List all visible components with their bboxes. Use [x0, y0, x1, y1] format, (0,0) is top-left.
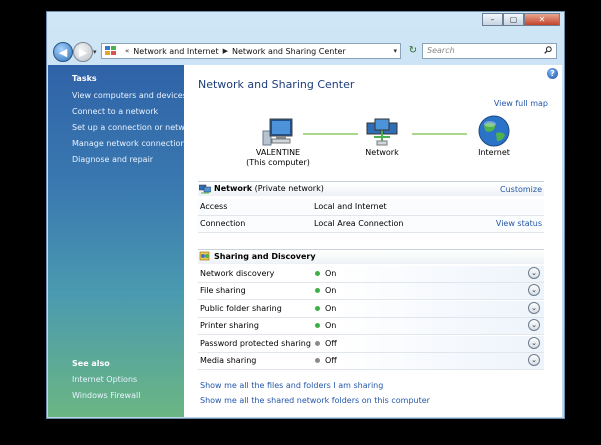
link-show-shared-folders[interactable]: Show me all the shared network folders o…: [200, 396, 430, 405]
page-title: Network and Sharing Center: [198, 78, 355, 91]
breadcrumb-network-sharing-center[interactable]: Network and Sharing Center: [232, 47, 346, 56]
row-state: On: [325, 269, 337, 278]
view-full-map-link[interactable]: View full map: [494, 99, 548, 108]
sharing-row-password-protected: Password protected sharing Off ⌄: [198, 336, 544, 353]
link-computer-network: [303, 133, 358, 135]
control-panel-icon: [105, 46, 116, 55]
status-on-icon: [315, 271, 320, 276]
row-label: Printer sharing: [200, 321, 259, 330]
row-value: Local and Internet: [314, 202, 387, 211]
row-state: Off: [325, 356, 337, 365]
search-input[interactable]: Search: [422, 43, 557, 59]
internet-globe-icon[interactable]: [478, 115, 510, 147]
breadcrumb-network-and-internet[interactable]: Network and Internet: [133, 47, 218, 56]
link-windows-firewall[interactable]: Windows Firewall: [72, 391, 140, 400]
row-label: Network discovery: [200, 269, 275, 278]
row-label: Media sharing: [200, 356, 257, 365]
computer-icon[interactable]: [261, 117, 295, 147]
breadcrumb-prefix: «: [125, 47, 130, 55]
address-dropdown-icon[interactable]: ▾: [393, 47, 397, 55]
expand-chevron-icon[interactable]: ⌄: [528, 319, 540, 331]
window-controls: – ▢ ✕: [482, 13, 560, 26]
network-small-icon: [199, 184, 211, 194]
computer-subtitle: (This computer): [246, 158, 310, 167]
network-section-header: Network (Private network) Customize: [198, 181, 544, 196]
expand-chevron-icon[interactable]: ⌄: [528, 267, 540, 279]
tasks-heading: Tasks: [72, 74, 97, 83]
history-dropdown-icon[interactable]: ▾: [93, 48, 97, 56]
search-icon[interactable]: [544, 46, 552, 54]
status-off-icon: [315, 341, 320, 346]
refresh-button[interactable]: ↻: [405, 43, 421, 59]
close-button[interactable]: ✕: [524, 13, 560, 26]
status-on-icon: [315, 288, 320, 293]
breadcrumb-separator-icon: ▶: [222, 47, 228, 55]
task-connect-to-network[interactable]: Connect to a network: [72, 107, 158, 116]
row-state: Off: [325, 339, 337, 348]
link-show-shared-files[interactable]: Show me all the files and folders I am s…: [200, 381, 383, 390]
main-content: ? Network and Sharing Center View full m…: [184, 65, 562, 417]
network-type: (Private network): [254, 184, 324, 193]
forward-button[interactable]: ▶: [73, 42, 93, 62]
sharing-row-printer: Printer sharing On ⌄: [198, 318, 544, 335]
sharing-title: Sharing and Discovery: [214, 252, 316, 261]
explorer-window: – ▢ ✕ ◀ ▶ ▾ « Network and Internet ▶ Net…: [46, 11, 565, 419]
row-label: Connection: [200, 219, 246, 228]
expand-chevron-icon[interactable]: ⌄: [528, 302, 540, 314]
address-bar[interactable]: « Network and Internet ▶ Network and Sha…: [101, 43, 401, 59]
row-state: On: [325, 321, 337, 330]
row-label: Access: [200, 202, 228, 211]
maximize-button[interactable]: ▢: [503, 13, 524, 26]
expand-chevron-icon[interactable]: ⌄: [528, 284, 540, 296]
network-row-connection: Connection Local Area Connection View st…: [198, 216, 544, 233]
internet-label: Internet: [478, 148, 510, 157]
status-on-icon: [315, 306, 320, 311]
minimize-button[interactable]: –: [482, 13, 503, 26]
task-view-computers[interactable]: View computers and devices: [72, 91, 187, 100]
task-setup-connection[interactable]: Set up a connection or network: [72, 123, 198, 132]
status-on-icon: [315, 323, 320, 328]
computer-name: VALENTINE: [255, 148, 301, 157]
search-placeholder: Search: [427, 46, 455, 55]
task-pane: Tasks View computers and devices Connect…: [48, 65, 198, 417]
customize-link[interactable]: Customize: [500, 185, 542, 194]
expand-chevron-icon[interactable]: ⌄: [528, 354, 540, 366]
row-label: Password protected sharing: [200, 339, 311, 348]
sharing-row-file-sharing: File sharing On ⌄: [198, 283, 544, 300]
status-off-icon: [315, 358, 320, 363]
link-network-internet: [412, 133, 467, 135]
sharing-section-header: Sharing and Discovery: [198, 249, 544, 264]
row-value: Local Area Connection: [314, 219, 404, 228]
row-state: On: [325, 286, 337, 295]
network-row-access: Access Local and Internet: [198, 199, 544, 216]
row-label: Public folder sharing: [200, 304, 282, 313]
task-manage-connections[interactable]: Manage network connections: [72, 139, 190, 148]
sharing-row-media: Media sharing Off ⌄: [198, 353, 544, 370]
row-state: On: [325, 304, 337, 313]
task-diagnose-repair[interactable]: Diagnose and repair: [72, 155, 153, 164]
sharing-row-network-discovery: Network discovery On ⌄: [198, 266, 544, 283]
navigation-toolbar: ◀ ▶ ▾ « Network and Internet ▶ Network a…: [47, 41, 564, 63]
view-status-link[interactable]: View status: [496, 219, 542, 228]
see-also-heading: See also: [72, 359, 110, 368]
network-name: Network: [214, 184, 253, 193]
network-label: Network: [365, 148, 399, 157]
back-button[interactable]: ◀: [53, 42, 73, 62]
row-label: File sharing: [200, 286, 246, 295]
expand-chevron-icon[interactable]: ⌄: [528, 337, 540, 349]
link-internet-options[interactable]: Internet Options: [72, 375, 137, 384]
sharing-row-public-folder: Public folder sharing On ⌄: [198, 301, 544, 318]
network-icon[interactable]: [366, 117, 398, 147]
sharing-icon: [199, 251, 210, 261]
help-icon[interactable]: ?: [547, 68, 558, 79]
